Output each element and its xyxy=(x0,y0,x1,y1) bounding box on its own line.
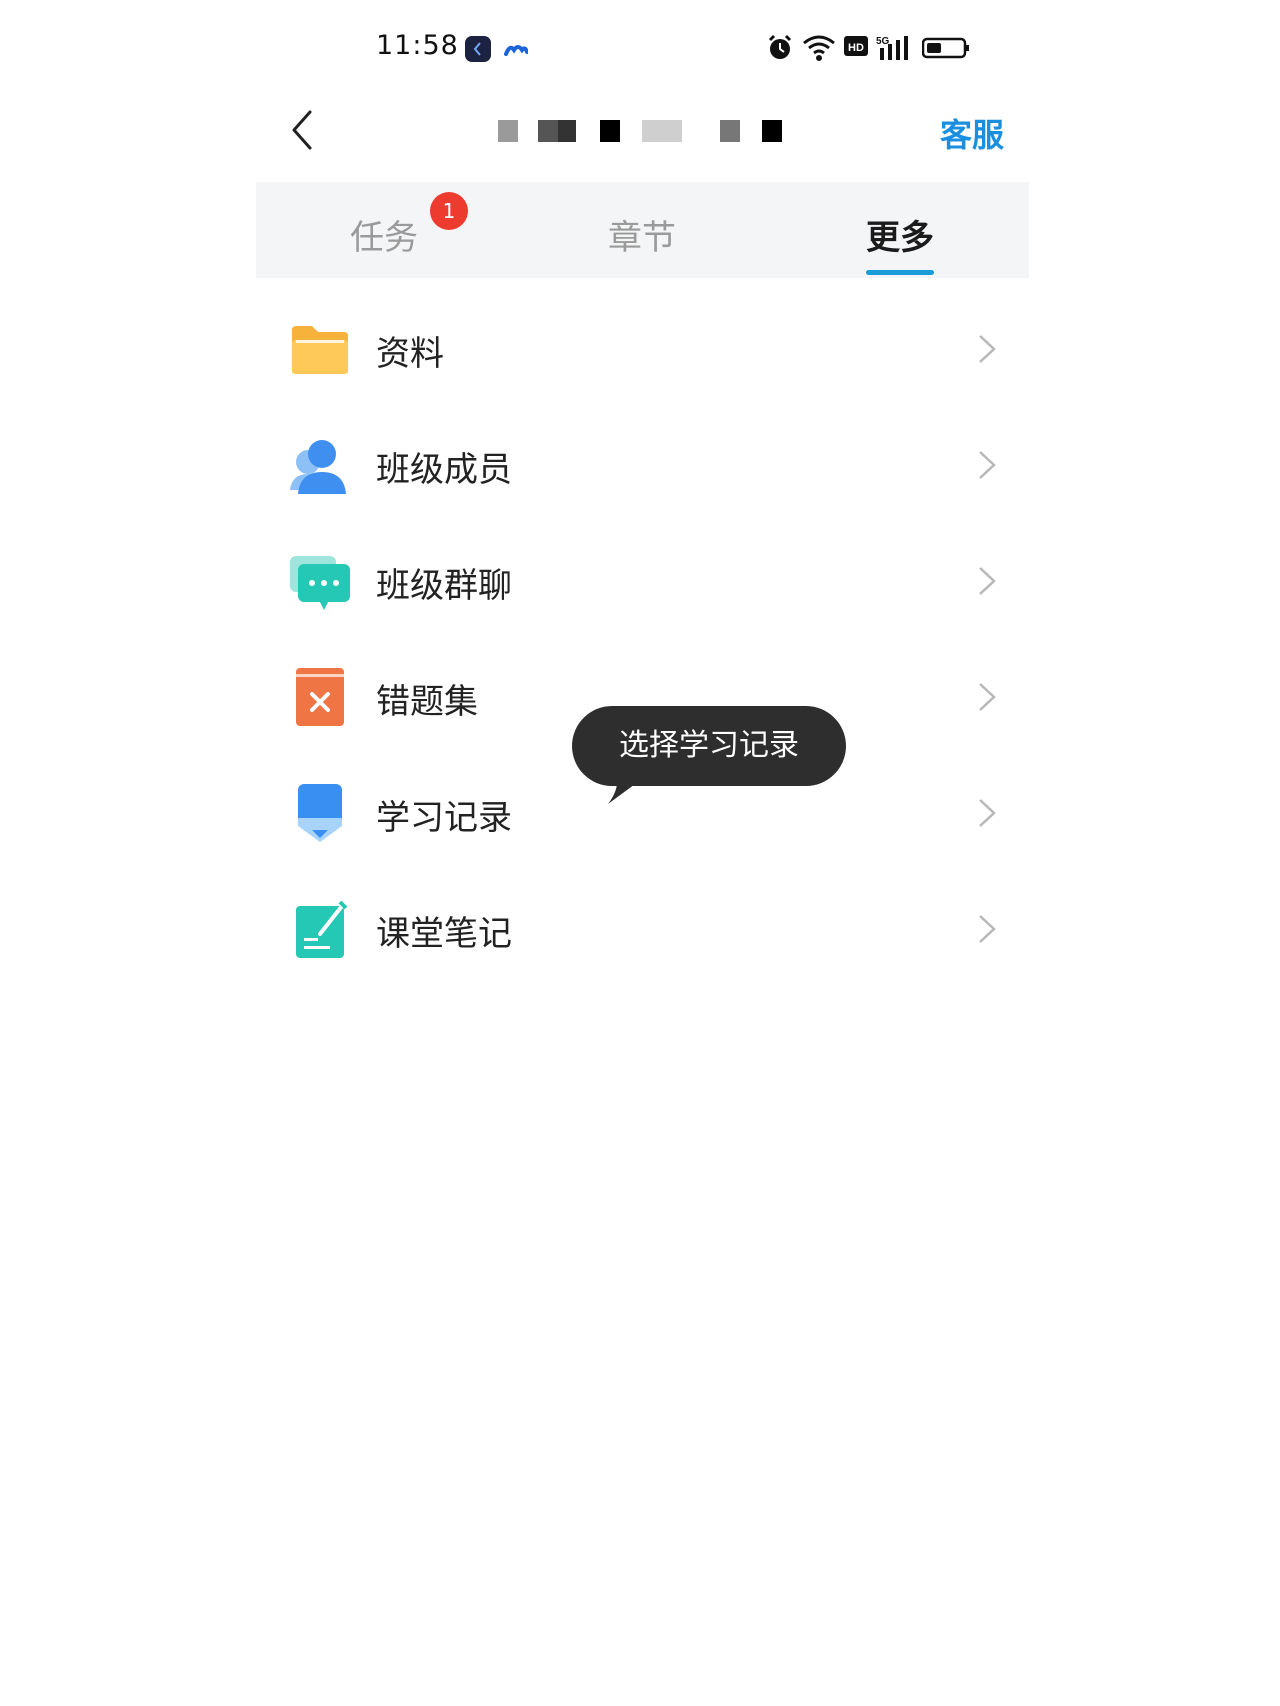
chevron-right-icon xyxy=(976,332,998,366)
menu-label: 资料 xyxy=(376,334,444,374)
menu-item-class-members[interactable]: 班级成员 xyxy=(256,404,1029,520)
cloud-app-icon xyxy=(504,40,529,58)
menu-item-class-notes[interactable]: 课堂笔记 xyxy=(256,868,1029,984)
signal-5g-icon: 5G xyxy=(876,34,910,66)
tab-more[interactable]: 更多 xyxy=(866,210,934,259)
wrong-book-icon xyxy=(290,668,350,728)
battery-icon xyxy=(921,34,970,66)
member-icon xyxy=(290,436,350,496)
tasks-badge: 1 xyxy=(430,192,468,230)
page-title-redacted xyxy=(498,120,798,142)
tab-tasks[interactable]: 任务 xyxy=(350,210,418,259)
menu-label: 班级群聊 xyxy=(376,566,512,606)
study-record-icon xyxy=(290,784,350,844)
chevron-right-icon xyxy=(976,448,998,482)
tooltip: 选择学习记录 xyxy=(572,706,846,786)
menu-item-class-chat[interactable]: 班级群聊 xyxy=(256,520,1029,636)
hd-icon: HD xyxy=(844,34,868,66)
status-time: 11:58 xyxy=(376,30,459,61)
app-icon xyxy=(465,36,491,62)
tab-label: 章节 xyxy=(608,218,676,258)
chevron-right-icon xyxy=(976,680,998,714)
tab-label: 任务 xyxy=(350,218,418,258)
folder-icon xyxy=(290,320,350,380)
chevron-left-icon xyxy=(292,110,312,150)
back-button[interactable] xyxy=(284,108,324,152)
menu-label: 课堂笔记 xyxy=(376,914,512,954)
tab-bar: 任务 1 章节 更多 xyxy=(256,182,1029,278)
tab-label: 更多 xyxy=(866,218,934,258)
svg-text:HD: HD xyxy=(848,42,864,54)
chevron-right-icon xyxy=(976,796,998,830)
menu-label: 学习记录 xyxy=(376,798,512,838)
chat-icon xyxy=(290,552,350,612)
alarm-icon xyxy=(766,34,794,66)
customer-service-link[interactable]: 客服 xyxy=(940,110,1004,156)
tab-chapters[interactable]: 章节 xyxy=(608,210,676,259)
wifi-icon xyxy=(802,34,836,66)
note-icon xyxy=(290,900,350,960)
menu-item-materials[interactable]: 资料 xyxy=(256,288,1029,404)
active-tab-indicator xyxy=(866,270,934,275)
menu-label: 班级成员 xyxy=(376,450,512,490)
chevron-right-icon xyxy=(976,564,998,598)
chevron-right-icon xyxy=(976,912,998,946)
menu-label: 错题集 xyxy=(376,682,478,722)
svg-text:5G: 5G xyxy=(876,36,890,47)
